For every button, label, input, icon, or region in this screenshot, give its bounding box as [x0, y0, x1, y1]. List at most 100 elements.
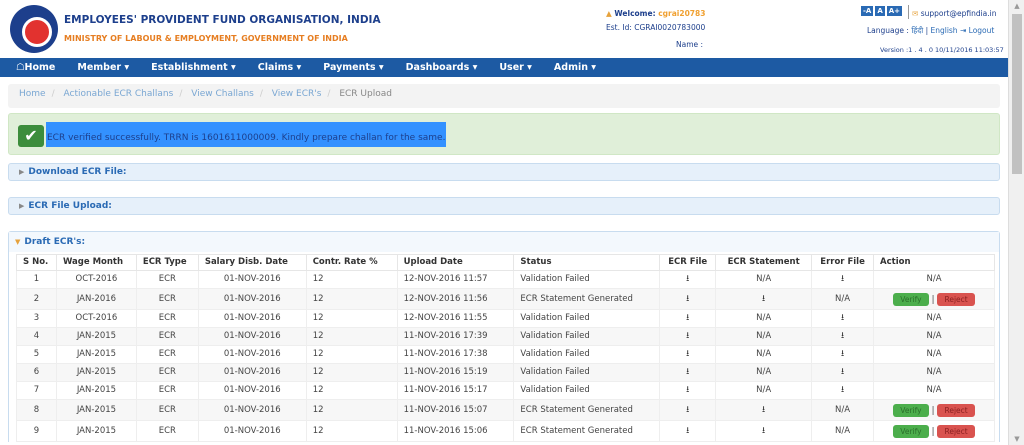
nav-payments[interactable]: Payments ▾ — [323, 62, 383, 73]
breadcrumb-view-ecrs[interactable]: View ECR's — [272, 89, 322, 99]
nav-user[interactable]: User ▾ — [499, 62, 532, 73]
cell-sno: 9 — [16, 420, 57, 442]
download-icon[interactable]: ⭳ — [841, 331, 844, 341]
lang-hindi-link[interactable]: हिंदी — [911, 26, 923, 35]
font-decrease-button[interactable]: -A — [861, 6, 874, 16]
caret-right-icon: ▶ — [19, 202, 25, 210]
download-icon[interactable]: ⭳ — [686, 313, 689, 323]
download-icon[interactable]: ⭳ — [686, 405, 689, 415]
cell-error-file[interactable]: ⭳ — [811, 309, 875, 328]
cell-upload-date: 11-NOV-2016 15:06 — [396, 420, 515, 442]
nav-admin[interactable]: Admin ▾ — [554, 62, 596, 73]
support-link[interactable]: ✉ support@epfindia.in — [912, 9, 997, 18]
download-icon[interactable]: ⭳ — [762, 426, 765, 436]
cell-upload-date: 11-NOV-2016 15:07 — [396, 399, 515, 421]
breadcrumb-actionable-ecr-challans[interactable]: Actionable ECR Challans — [64, 89, 174, 99]
cell-ecr-file[interactable]: ⭳ — [659, 288, 717, 310]
cell-ecr-file[interactable]: ⭳ — [659, 420, 717, 442]
breadcrumb-home[interactable]: Home — [19, 89, 46, 99]
download-icon[interactable]: ⭳ — [841, 367, 844, 377]
cell-contr-rate: 12 — [305, 345, 398, 364]
scrollbar-thumb[interactable] — [1012, 14, 1022, 174]
cell-error-file: N/A — [811, 420, 875, 442]
cell-error-file[interactable]: ⭳ — [811, 381, 875, 400]
cell-error-file[interactable]: ⭳ — [811, 270, 875, 289]
lang-english-link[interactable]: English — [930, 26, 957, 35]
draft-ecr-table: S No. Wage Month ECR Type Salary Disb. Date… — [16, 254, 995, 442]
nav-claims[interactable]: Claims ▾ — [258, 62, 302, 73]
logout-link[interactable]: ⇥ Logout — [960, 26, 994, 35]
scroll-down-arrow[interactable]: ▼ — [1009, 435, 1024, 443]
download-icon[interactable]: ⭳ — [686, 349, 689, 359]
column-header: Wage Month — [55, 254, 137, 271]
download-icon[interactable]: ⭳ — [841, 313, 844, 323]
verify-button[interactable]: Verify — [893, 403, 929, 417]
breadcrumb-view-challans[interactable]: View Challans — [191, 89, 254, 99]
cell-ecr-statement[interactable]: ⭳ — [715, 288, 813, 310]
download-icon[interactable]: ⭳ — [841, 349, 844, 359]
font-normal-button[interactable]: A — [875, 6, 885, 16]
nav-establishment[interactable]: Establishment ▾ — [151, 62, 236, 73]
nav-member[interactable]: Member ▾ — [77, 62, 129, 73]
table-row: 4 JAN-2015 ECR 01-NOV-2016 12 11-NOV-2016 17:… — [16, 327, 995, 346]
reject-button[interactable]: Reject — [937, 403, 975, 417]
column-header: S No. — [16, 254, 57, 271]
cell-action: Verify | Reject — [873, 399, 995, 421]
download-icon[interactable]: ⭳ — [686, 367, 689, 377]
cell-action: N/A — [873, 345, 995, 364]
version-text: Version :1 . 4 . 0 10/11/2016 11:03:57 — [880, 46, 1004, 54]
cell-ecr-file[interactable]: ⭳ — [659, 399, 717, 421]
cell-ecr-file[interactable]: ⭳ — [659, 270, 717, 289]
cell-ecr-file[interactable]: ⭳ — [659, 327, 717, 346]
cell-ecr-statement[interactable]: ⭳ — [715, 420, 813, 442]
cell-error-file[interactable]: ⭳ — [811, 363, 875, 382]
download-icon[interactable]: ⭳ — [686, 385, 689, 395]
download-ecr-panel-header[interactable]: ▶ Download ECR File: — [8, 163, 1000, 181]
scrollbar[interactable]: ▲ ▼ — [1008, 0, 1024, 445]
scroll-up-arrow[interactable]: ▲ — [1009, 2, 1024, 10]
caret-right-icon: ▶ — [19, 168, 25, 176]
nav-dashboards[interactable]: Dashboards ▾ — [406, 62, 478, 73]
panel-title: Download ECR File: — [28, 167, 127, 177]
reject-button[interactable]: Reject — [937, 424, 975, 438]
cell-upload-date: 11-NOV-2016 15:17 — [396, 381, 515, 400]
column-header: Action — [873, 254, 995, 271]
download-icon[interactable]: ⭳ — [841, 385, 844, 395]
epfo-logo — [10, 5, 58, 53]
download-icon[interactable]: ⭳ — [686, 274, 689, 284]
cell-ecr-file[interactable]: ⭳ — [659, 345, 717, 364]
verify-button[interactable]: Verify — [893, 424, 929, 438]
breadcrumb-current: ECR Upload — [339, 89, 392, 99]
cell-ecr-file[interactable]: ⭳ — [659, 363, 717, 382]
cell-ecr-statement[interactable]: ⭳ — [715, 399, 813, 421]
column-header: Contr. Rate % — [305, 254, 398, 271]
download-icon[interactable]: ⭳ — [686, 426, 689, 436]
cell-wage-month: JAN-2015 — [55, 363, 137, 382]
nav-home[interactable]: ☖Home — [16, 62, 55, 73]
draft-ecrs-header[interactable]: ▼ Draft ECR's: — [9, 232, 999, 252]
font-increase-button[interactable]: A+ — [886, 6, 903, 16]
table-row: 5 JAN-2015 ECR 01-NOV-2016 12 11-NOV-2016 17:… — [16, 345, 995, 364]
support-email[interactable]: support@epfindia.in — [921, 9, 997, 18]
reject-button[interactable]: Reject — [937, 292, 975, 306]
download-icon[interactable]: ⭳ — [762, 405, 765, 415]
cell-error-file[interactable]: ⭳ — [811, 327, 875, 346]
cell-contr-rate: 12 — [305, 270, 398, 289]
cell-contr-rate: 12 — [305, 381, 398, 400]
nav-home-label: Home — [24, 62, 56, 73]
divider — [908, 5, 909, 19]
logout-label[interactable]: Logout — [969, 26, 995, 35]
ecr-upload-panel-header[interactable]: ▶ ECR File Upload: — [8, 197, 1000, 215]
cell-salary-disb-date: 01-NOV-2016 — [197, 381, 307, 400]
download-icon[interactable]: ⭳ — [841, 274, 844, 284]
verify-button[interactable]: Verify — [893, 292, 929, 306]
cell-ecr-file[interactable]: ⭳ — [659, 309, 717, 328]
cell-status: ECR Statement Generated — [513, 420, 661, 442]
download-icon[interactable]: ⭳ — [762, 294, 765, 304]
cell-ecr-file[interactable]: ⭳ — [659, 381, 717, 400]
download-icon[interactable]: ⭳ — [686, 294, 689, 304]
cell-sno: 1 — [16, 270, 57, 289]
download-icon[interactable]: ⭳ — [686, 331, 689, 341]
cell-salary-disb-date: 01-NOV-2016 — [197, 420, 307, 442]
cell-error-file[interactable]: ⭳ — [811, 345, 875, 364]
